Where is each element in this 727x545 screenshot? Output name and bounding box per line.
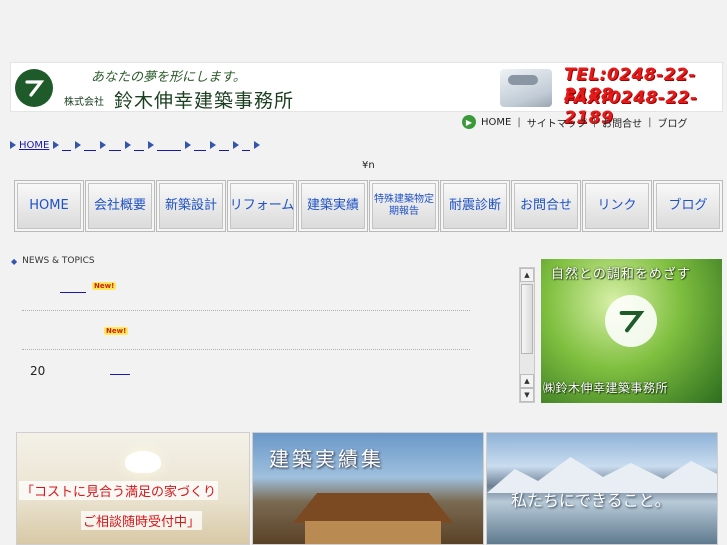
triangle-right-icon: [233, 141, 240, 149]
subnav-sitemap-link[interactable]: サイトマップ: [527, 115, 587, 130]
subnav-contact-link[interactable]: お問合せ: [602, 115, 642, 130]
banner-works-title: 建築実績集: [269, 447, 384, 471]
nav-blog[interactable]: ブログ: [653, 180, 723, 232]
breadcrumb-link[interactable]: [242, 149, 251, 151]
news-date: 20: [30, 364, 46, 378]
site-header: あなたの夢を形にします。 株式会社 鈴木伸幸建築事務所 TEL:0248-22-…: [10, 62, 723, 128]
breadcrumb: HOME: [10, 138, 267, 152]
lamp-image: [125, 451, 161, 473]
diamond-icon: ◆: [11, 256, 18, 266]
page: あなたの夢を形にします。 株式会社 鈴木伸幸建築事務所 TEL:0248-22-…: [0, 0, 727, 545]
subnav-blog-link[interactable]: ブログ: [657, 115, 687, 130]
nav-seismic[interactable]: 耐震診断: [440, 180, 510, 232]
news-link[interactable]: [60, 292, 86, 293]
banner-works[interactable]: 建築実績集: [252, 432, 484, 545]
promo-tagline: 自然との調和をめざす: [551, 267, 691, 282]
promo-company: ㈱鈴木伸幸建築事務所: [543, 381, 669, 395]
breadcrumb-link[interactable]: [134, 149, 145, 151]
triangle-right-icon: [75, 141, 82, 149]
logo-z-icon: [605, 295, 657, 347]
logo-z-icon[interactable]: [15, 69, 53, 107]
slogan: あなたの夢を形にします。: [91, 70, 246, 85]
nav-periodic-report[interactable]: 特殊建築物定期報告: [369, 180, 439, 232]
breadcrumb-link[interactable]: [157, 149, 182, 151]
nav-contact[interactable]: お問合せ: [511, 180, 581, 232]
news-item: New!: [22, 272, 470, 311]
triangle-right-icon: [100, 141, 107, 149]
triangle-right-icon: [10, 141, 16, 149]
arrow-right-icon: ▶: [462, 115, 476, 129]
triangle-right-icon: [148, 141, 155, 149]
sub-navigation: ▶ HOME | サイトマップ | お問合せ | ブログ: [462, 114, 687, 130]
new-badge: New!: [92, 282, 117, 290]
nav-home[interactable]: HOME: [14, 180, 84, 232]
triangle-right-icon: [125, 141, 132, 149]
scroll-down-icon[interactable]: ▼: [520, 388, 534, 402]
house-roof-image: [293, 493, 453, 523]
nav-new-design[interactable]: 新築設計: [156, 180, 226, 232]
promo-image[interactable]: 自然との調和をめざす ㈱鈴木伸幸建築事務所: [541, 259, 722, 403]
separator: |: [592, 116, 597, 128]
new-badge: New!: [104, 327, 129, 335]
news-list: New! New! 20: [22, 272, 470, 400]
telephone-image-icon: [500, 69, 552, 107]
main-navigation: HOME 会社概要 新築設計 リフォーム 建築実績 特殊建築物定期報告 耐震診断…: [14, 180, 724, 232]
nav-links[interactable]: リンク: [582, 180, 652, 232]
banner-services-title: 私たちにできること。: [511, 491, 671, 510]
subnav-home-link[interactable]: HOME: [481, 117, 511, 128]
triangle-right-icon: [254, 141, 261, 149]
banner-cost-line1: 「コストに見合う満足の家づくり: [19, 481, 219, 500]
news-link[interactable]: [110, 374, 130, 375]
nav-company[interactable]: 会社概要: [85, 180, 155, 232]
scroll-thumb[interactable]: [521, 284, 533, 354]
company-name: 鈴木伸幸建築事務所: [114, 90, 295, 112]
banner-services[interactable]: 私たちにできること。: [486, 432, 718, 545]
separator: |: [648, 116, 652, 128]
nav-works[interactable]: 建築実績: [298, 180, 368, 232]
news-heading: ◆ NEWS & TOPICS: [11, 256, 95, 266]
company-prefix: 株式会社: [64, 97, 104, 108]
breadcrumb-link[interactable]: [194, 149, 207, 151]
news-scrollbar[interactable]: ▲ ▲ ▼: [519, 267, 535, 403]
breadcrumb-link[interactable]: [84, 149, 97, 151]
banner-cost[interactable]: 「コストに見合う満足の家づくり ご相談随時受付中」: [16, 432, 250, 545]
house-wall-image: [305, 521, 441, 544]
scroll-up-icon[interactable]: ▲: [520, 374, 534, 388]
separator: |: [517, 116, 521, 128]
triangle-right-icon: [185, 141, 192, 149]
breadcrumb-link[interactable]: [109, 149, 122, 151]
stray-text: ¥n: [362, 160, 375, 171]
breadcrumb-link[interactable]: [62, 149, 72, 151]
breadcrumb-link[interactable]: [219, 149, 230, 151]
triangle-right-icon: [210, 141, 217, 149]
scroll-up-icon[interactable]: ▲: [520, 268, 534, 282]
banner-cost-line2: ご相談随時受付中」: [81, 511, 203, 530]
news-item: 20: [22, 350, 470, 389]
news-heading-text: NEWS & TOPICS: [22, 256, 95, 266]
breadcrumb-home-link[interactable]: HOME: [19, 140, 49, 151]
news-item: New!: [22, 311, 470, 350]
triangle-right-icon: [53, 141, 60, 149]
nav-reform[interactable]: リフォーム: [227, 180, 297, 232]
